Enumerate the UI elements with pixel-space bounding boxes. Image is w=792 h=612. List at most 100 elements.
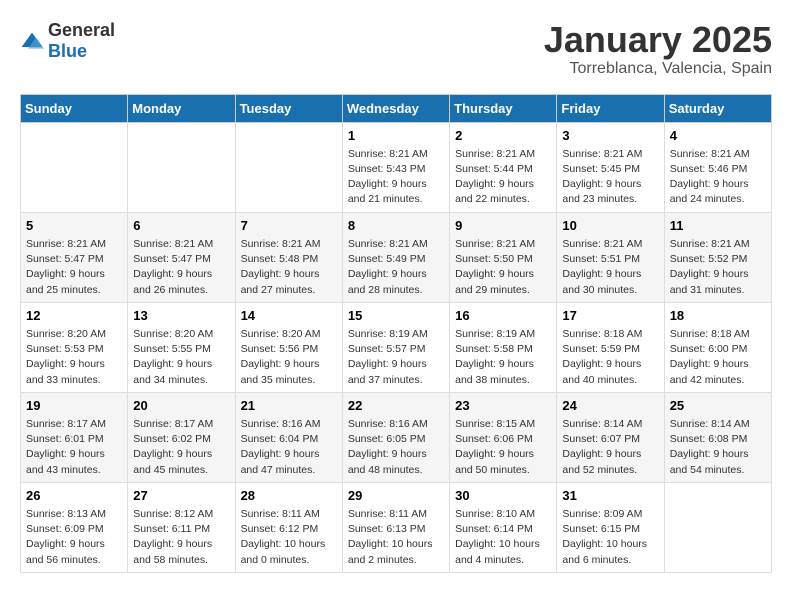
calendar-cell [664,482,771,572]
weekday-header-wednesday: Wednesday [342,94,449,122]
day-number: 12 [26,307,122,325]
calendar-cell: 23Sunrise: 8:15 AM Sunset: 6:06 PM Dayli… [450,392,557,482]
month-title: January 2025 [544,20,772,60]
day-number: 16 [455,307,551,325]
week-row-5: 26Sunrise: 8:13 AM Sunset: 6:09 PM Dayli… [21,482,772,572]
logo-icon [20,31,44,51]
day-number: 14 [241,307,337,325]
weekday-header-monday: Monday [128,94,235,122]
day-info: Sunrise: 8:21 AM Sunset: 5:50 PM Dayligh… [455,237,551,298]
calendar-cell: 7 Sunrise: 8:21 AM Sunset: 5:48 PM Daylig… [235,212,342,302]
day-info: Sunrise: 8:11 AM Sunset: 6:12 PM Dayligh… [241,507,337,568]
calendar-cell: 12 Sunrise: 8:20 AM Sunset: 5:53 PM Dayli… [21,302,128,392]
day-info: Sunrise: 8:21 AM Sunset: 5:45 PM Dayligh… [562,147,658,208]
day-info: Sunrise: 8:16 AM Sunset: 6:04 PM Dayligh… [241,417,337,478]
day-info: Sunrise: 8:21 AM Sunset: 5:44 PM Dayligh… [455,147,551,208]
day-number: 17 [562,307,658,325]
calendar-cell: 14Sunrise: 8:20 AM Sunset: 5:56 PM Dayli… [235,302,342,392]
calendar-cell: 31Sunrise: 8:09 AM Sunset: 6:15 PM Dayli… [557,482,664,572]
calendar-cell: 8 Sunrise: 8:21 AM Sunset: 5:49 PM Daylig… [342,212,449,302]
day-info: Sunrise: 8:21 AM Sunset: 5:47 PM Dayligh… [133,237,229,298]
weekday-header-row: SundayMondayTuesdayWednesdayThursdayFrid… [21,94,772,122]
day-info: Sunrise: 8:21 AM Sunset: 5:43 PM Dayligh… [348,147,444,208]
day-number: 13 [133,307,229,325]
week-row-2: 5 Sunrise: 8:21 AM Sunset: 5:47 PM Daylig… [21,212,772,302]
calendar-cell: 26Sunrise: 8:13 AM Sunset: 6:09 PM Dayli… [21,482,128,572]
day-number: 28 [241,487,337,505]
day-info: Sunrise: 8:21 AM Sunset: 5:52 PM Dayligh… [670,237,766,298]
calendar-cell [21,122,128,212]
day-number: 6 [133,217,229,235]
calendar-cell: 19 Sunrise: 8:17 AM Sunset: 6:01 PM Dayli… [21,392,128,482]
calendar-cell: 27 Sunrise: 8:12 AM Sunset: 6:11 PM Dayli… [128,482,235,572]
logo-general: General [48,20,115,40]
day-number: 20 [133,397,229,415]
day-number: 4 [670,127,766,145]
day-number: 5 [26,217,122,235]
day-number: 2 [455,127,551,145]
calendar-cell: 4 Sunrise: 8:21 AM Sunset: 5:46 PM Daylig… [664,122,771,212]
day-number: 19 [26,397,122,415]
day-number: 23 [455,397,551,415]
day-info: Sunrise: 8:11 AM Sunset: 6:13 PM Dayligh… [348,507,444,568]
day-info: Sunrise: 8:16 AM Sunset: 6:05 PM Dayligh… [348,417,444,478]
day-info: Sunrise: 8:17 AM Sunset: 6:01 PM Dayligh… [26,417,122,478]
day-info: Sunrise: 8:20 AM Sunset: 5:55 PM Dayligh… [133,327,229,388]
day-info: Sunrise: 8:21 AM Sunset: 5:49 PM Dayligh… [348,237,444,298]
calendar-cell: 20 Sunrise: 8:17 AM Sunset: 6:02 PM Dayli… [128,392,235,482]
day-number: 7 [241,217,337,235]
day-info: Sunrise: 8:17 AM Sunset: 6:02 PM Dayligh… [133,417,229,478]
title-area: January 2025 Torreblanca, Valencia, Spai… [544,20,772,78]
day-number: 11 [670,217,766,235]
calendar-cell: 6 Sunrise: 8:21 AM Sunset: 5:47 PM Daylig… [128,212,235,302]
week-row-3: 12 Sunrise: 8:20 AM Sunset: 5:53 PM Dayli… [21,302,772,392]
day-number: 26 [26,487,122,505]
day-info: Sunrise: 8:19 AM Sunset: 5:58 PM Dayligh… [455,327,551,388]
day-number: 27 [133,487,229,505]
calendar-cell: 24Sunrise: 8:14 AM Sunset: 6:07 PM Dayli… [557,392,664,482]
week-row-4: 19 Sunrise: 8:17 AM Sunset: 6:01 PM Dayli… [21,392,772,482]
day-info: Sunrise: 8:18 AM Sunset: 5:59 PM Dayligh… [562,327,658,388]
logo-text: General Blue [48,20,115,62]
calendar-cell: 5Sunrise: 8:21 AM Sunset: 5:47 PM Daylig… [21,212,128,302]
calendar-cell: 11 Sunrise: 8:21 AM Sunset: 5:52 PM Dayli… [664,212,771,302]
calendar-cell: 10Sunrise: 8:21 AM Sunset: 5:51 PM Dayli… [557,212,664,302]
day-info: Sunrise: 8:20 AM Sunset: 5:53 PM Dayligh… [26,327,122,388]
day-number: 24 [562,397,658,415]
logo-blue: Blue [48,41,87,61]
day-number: 30 [455,487,551,505]
day-number: 1 [348,127,444,145]
weekday-header-friday: Friday [557,94,664,122]
calendar-cell: 22 Sunrise: 8:16 AM Sunset: 6:05 PM Dayli… [342,392,449,482]
day-number: 3 [562,127,658,145]
day-info: Sunrise: 8:12 AM Sunset: 6:11 PM Dayligh… [133,507,229,568]
day-number: 18 [670,307,766,325]
calendar-table: SundayMondayTuesdayWednesdayThursdayFrid… [20,94,772,573]
day-info: Sunrise: 8:10 AM Sunset: 6:14 PM Dayligh… [455,507,551,568]
calendar-cell: 15Sunrise: 8:19 AM Sunset: 5:57 PM Dayli… [342,302,449,392]
location-title: Torreblanca, Valencia, Spain [544,60,772,78]
day-number: 15 [348,307,444,325]
header: General Blue January 2025 Torreblanca, V… [20,20,772,78]
day-number: 9 [455,217,551,235]
weekday-header-thursday: Thursday [450,94,557,122]
day-info: Sunrise: 8:18 AM Sunset: 6:00 PM Dayligh… [670,327,766,388]
day-number: 29 [348,487,444,505]
calendar-cell: 13 Sunrise: 8:20 AM Sunset: 5:55 PM Dayli… [128,302,235,392]
calendar-cell: 2 Sunrise: 8:21 AM Sunset: 5:44 PM Daylig… [450,122,557,212]
day-info: Sunrise: 8:21 AM Sunset: 5:46 PM Dayligh… [670,147,766,208]
calendar-cell: 21 Sunrise: 8:16 AM Sunset: 6:04 PM Dayli… [235,392,342,482]
day-number: 22 [348,397,444,415]
day-info: Sunrise: 8:21 AM Sunset: 5:48 PM Dayligh… [241,237,337,298]
day-info: Sunrise: 8:09 AM Sunset: 6:15 PM Dayligh… [562,507,658,568]
day-number: 21 [241,397,337,415]
week-row-1: 1 Sunrise: 8:21 AM Sunset: 5:43 PM Daylig… [21,122,772,212]
calendar-cell: 17 Sunrise: 8:18 AM Sunset: 5:59 PM Dayli… [557,302,664,392]
day-number: 25 [670,397,766,415]
calendar-cell: 9 Sunrise: 8:21 AM Sunset: 5:50 PM Daylig… [450,212,557,302]
calendar-cell: 25Sunrise: 8:14 AM Sunset: 6:08 PM Dayli… [664,392,771,482]
day-number: 8 [348,217,444,235]
calendar-cell [235,122,342,212]
logo: General Blue [20,20,115,62]
day-info: Sunrise: 8:21 AM Sunset: 5:51 PM Dayligh… [562,237,658,298]
